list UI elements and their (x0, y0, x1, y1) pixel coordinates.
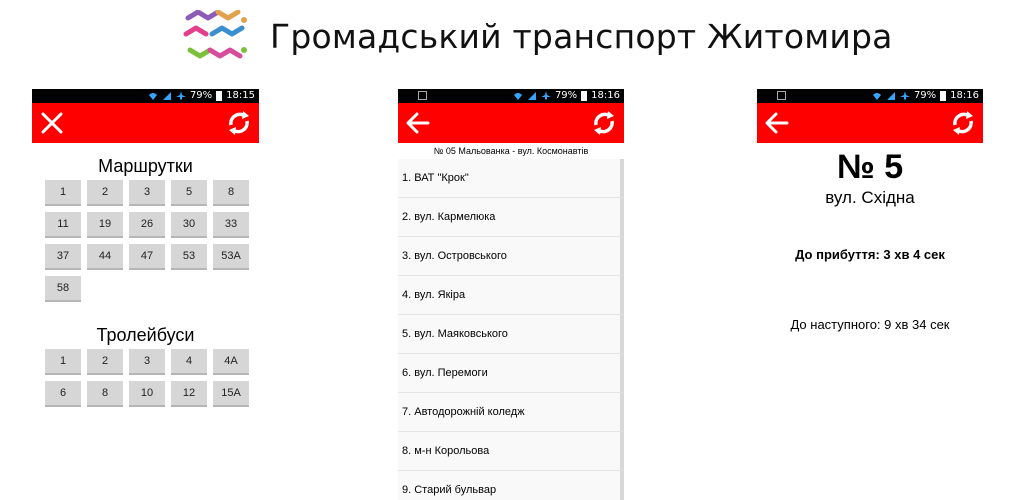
status-time: 18:15 (226, 90, 255, 101)
signal-icon (886, 92, 895, 100)
minibus-grid: 1 2 3 5 8 11 19 26 30 33 37 44 47 53 53А… (45, 180, 259, 302)
route-button[interactable]: 30 (171, 212, 207, 238)
battery-icon (216, 91, 223, 101)
route-button[interactable]: 26 (129, 212, 165, 238)
route-button[interactable]: 33 (213, 212, 249, 238)
route-button[interactable]: 2 (87, 349, 123, 375)
battery-percent: 79% (189, 90, 213, 101)
trolleybuses-title: Тролейбуси (96, 325, 195, 345)
route-button[interactable]: 15А (213, 381, 249, 407)
list-item[interactable]: 5. вул. Маяковського (398, 315, 624, 354)
route-button[interactable]: 1 (45, 349, 81, 375)
route-button[interactable]: 3 (129, 349, 165, 375)
status-bar: 79% 18:16 (757, 89, 983, 103)
battery-percent: 79% (554, 90, 578, 101)
refresh-icon[interactable] (949, 109, 977, 137)
airplane-icon (175, 91, 186, 100)
route-button[interactable]: 53А (213, 244, 249, 270)
signal-icon (527, 92, 536, 100)
list-item[interactable]: 4. вул. Якіра (398, 276, 624, 315)
route-button[interactable]: 4 (171, 349, 207, 375)
trolleybus-grid: 1 2 3 4 4А 6 8 10 12 15А (45, 349, 259, 407)
stop-name: вул. Східна (825, 188, 915, 207)
refresh-icon[interactable] (225, 109, 253, 137)
route-number: № 5 (836, 148, 904, 186)
arrow-left-icon[interactable] (404, 109, 432, 137)
refresh-icon[interactable] (590, 109, 618, 137)
battery-icon (940, 91, 947, 101)
route-button[interactable]: 12 (171, 381, 207, 407)
route-button[interactable]: 1 (45, 180, 81, 206)
status-bar: 79% 18:16 (398, 89, 624, 103)
notification-icon (418, 91, 427, 100)
route-button[interactable]: 47 (129, 244, 165, 270)
close-icon[interactable] (38, 109, 66, 137)
arrow-left-icon[interactable] (763, 109, 791, 137)
minibuses-title: Маршрутки (98, 156, 193, 176)
status-time: 18:16 (591, 90, 620, 101)
toolbar (398, 103, 624, 143)
toolbar (32, 103, 259, 143)
route-button[interactable]: 5 (171, 180, 207, 206)
route-button[interactable]: 3 (129, 180, 165, 206)
list-item[interactable]: 1. ВАТ "Крок" (398, 159, 624, 198)
airplane-icon (899, 91, 910, 100)
route-button[interactable]: 8 (87, 381, 123, 407)
arrival-time: До прибуття: 3 хв 4 сек (795, 247, 945, 262)
screen-stops: 79% 18:16 № 05 Мальованка - вул. Космона… (398, 89, 624, 500)
route-button[interactable]: 8 (213, 180, 249, 206)
status-time: 18:16 (950, 90, 979, 101)
page-header: Громадський транспорт Житомира (0, 0, 1024, 70)
screen-routes: 79% 18:15 Маршрутки 1 2 3 5 8 11 19 26 3… (32, 89, 259, 500)
signal-icon (162, 92, 171, 100)
list-item[interactable]: 2. вул. Кармелюка (398, 198, 624, 237)
list-item[interactable]: 8. м-н Корольова (398, 432, 624, 471)
route-button[interactable]: 2 (87, 180, 123, 206)
wifi-icon (872, 93, 881, 100)
app-title: Громадський транспорт Житомира (270, 17, 893, 56)
stop-list: 1. ВАТ "Крок" 2. вул. Кармелюка 3. вул. … (398, 159, 624, 500)
route-button[interactable]: 44 (87, 244, 123, 270)
route-button[interactable]: 6 (45, 381, 81, 407)
battery-icon (581, 91, 588, 101)
notification-icon (777, 91, 786, 100)
wifi-icon (148, 93, 157, 100)
route-title: № 05 Мальованка - вул. Космонавтів (433, 146, 589, 156)
route-button[interactable]: 19 (87, 212, 123, 238)
route-button[interactable]: 53 (171, 244, 207, 270)
route-button[interactable]: 11 (45, 212, 81, 238)
list-item[interactable]: 3. вул. Островського (398, 237, 624, 276)
screen-arrival: 79% 18:16 № 5 вул. Східна До прибуття: 3… (757, 89, 983, 500)
route-button[interactable]: 37 (45, 244, 81, 270)
status-bar: 79% 18:15 (32, 89, 259, 103)
next-arrival-time: До наступного: 9 хв 34 сек (790, 317, 950, 332)
route-button[interactable]: 4А (213, 349, 249, 375)
route-button[interactable]: 10 (129, 381, 165, 407)
app-logo (183, 10, 247, 59)
airplane-icon (540, 91, 551, 100)
list-item[interactable]: 9. Старий бульвар (398, 471, 624, 500)
toolbar (757, 103, 983, 143)
list-item[interactable]: 7. Автодорожній коледж (398, 393, 624, 432)
route-button[interactable]: 58 (45, 276, 81, 302)
wifi-icon (513, 93, 522, 100)
list-item[interactable]: 6. вул. Перемоги (398, 354, 624, 393)
battery-percent: 79% (913, 90, 937, 101)
